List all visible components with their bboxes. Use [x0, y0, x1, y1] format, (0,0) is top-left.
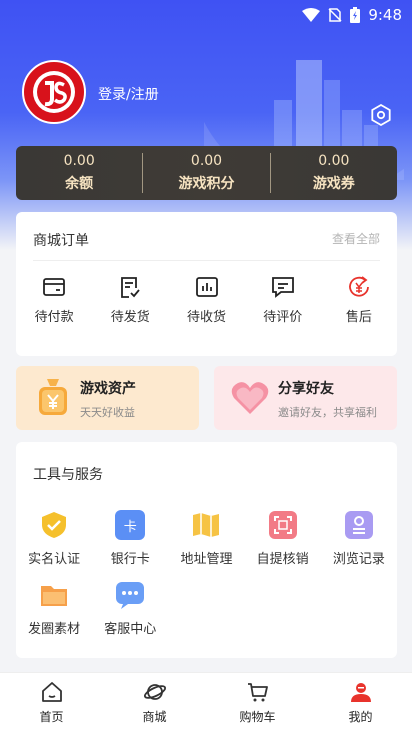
tool-bank-card[interactable]: 卡 银行卡 — [92, 510, 168, 580]
stat-value: 0.00 — [63, 153, 95, 169]
tools-title: 工具与服务 — [33, 467, 103, 483]
comment-icon — [271, 277, 294, 298]
tool-address-management[interactable]: 地址管理 — [168, 510, 244, 580]
wifi-icon — [302, 8, 321, 22]
divider — [33, 260, 380, 261]
order-label: 待发货 — [110, 310, 150, 325]
stat-label: 游戏券 — [312, 176, 355, 192]
promo-subtitle: 邀请好友，共享福利 — [278, 406, 377, 419]
order-pending-shipment[interactable]: 待发货 — [92, 274, 168, 325]
clock-time: 9:48 — [368, 6, 402, 24]
no-sim-icon — [328, 8, 342, 22]
wallet-stats-panel: 0.00 余额 0.00 游戏积分 0.00 游戏券 — [16, 146, 397, 200]
tab-label: 我的 — [348, 710, 373, 724]
avatar[interactable] — [22, 60, 86, 124]
tool-label: 发圈素材 — [28, 622, 81, 637]
user-icon — [350, 683, 371, 702]
tool-real-name-verification[interactable]: 实名认证 — [16, 510, 92, 580]
tab-home[interactable]: 首页 — [0, 673, 103, 732]
wallet-icon — [43, 278, 65, 296]
tools-services-card: 工具与服务 实名认证 卡 银行卡 地址管理 自提核销 浏览记录 发圈素材 客服中… — [16, 442, 397, 658]
promo-title: 游戏资产 — [80, 381, 136, 397]
cart-icon — [247, 683, 268, 702]
stat-game-coupons[interactable]: 0.00 游戏券 — [271, 153, 397, 193]
promo-title: 分享好友 — [278, 381, 334, 397]
battery-icon — [350, 7, 361, 23]
status-bar: 9:48 — [302, 6, 402, 24]
stat-label: 游戏积分 — [178, 176, 235, 192]
tab-label: 购物车 — [239, 710, 276, 724]
view-all-orders-link[interactable]: 查看全部 — [332, 230, 380, 250]
order-after-sales[interactable]: 售后 — [321, 274, 397, 325]
bottom-tab-bar: 首页 商城 购物车 我的 — [0, 672, 412, 732]
order-pending-review[interactable]: 待评价 — [245, 274, 321, 325]
tab-mine[interactable]: 我的 — [309, 673, 412, 732]
login-register-link[interactable]: 登录/注册 — [98, 84, 159, 104]
order-pending-payment[interactable]: 待付款 — [16, 274, 92, 325]
mall-orders-card: 商城订单 查看全部 待付款 待发货 待收货 待评价 售后 — [16, 212, 397, 356]
game-assets-promo[interactable]: 游戏资产 天天好收益 — [16, 366, 199, 430]
tab-label: 商城 — [142, 710, 167, 724]
order-label: 售后 — [345, 310, 372, 325]
box-chart-icon — [195, 277, 218, 297]
settings-icon[interactable] — [370, 104, 392, 126]
tool-label: 自提核销 — [256, 552, 309, 567]
chat-icon — [116, 582, 145, 609]
order-label: 待付款 — [34, 310, 74, 325]
map-icon — [193, 513, 220, 537]
tool-label: 地址管理 — [180, 552, 233, 567]
folder-icon — [41, 586, 68, 606]
order-label: 待评价 — [263, 310, 303, 325]
scan-icon — [268, 511, 297, 539]
stat-label: 余额 — [65, 176, 94, 192]
heart-icon — [231, 382, 269, 414]
stat-value: 0.00 — [318, 153, 350, 169]
planet-icon — [143, 684, 166, 700]
clipboard-check-icon — [121, 277, 140, 298]
home-icon — [41, 682, 62, 702]
refund-icon — [349, 276, 369, 297]
app-logo-icon — [33, 71, 75, 113]
stat-game-points[interactable]: 0.00 游戏积分 — [143, 153, 269, 193]
order-label: 待收货 — [187, 310, 227, 325]
tool-posting-materials[interactable]: 发圈素材 — [16, 580, 92, 650]
promo-subtitle: 天天好收益 — [80, 406, 135, 419]
orders-title: 商城订单 — [33, 233, 89, 249]
stat-value: 0.00 — [190, 153, 223, 169]
tab-cart[interactable]: 购物车 — [206, 673, 309, 732]
history-icon — [344, 511, 373, 539]
order-pending-receipt[interactable]: 待收货 — [168, 274, 244, 325]
tab-mall[interactable]: 商城 — [103, 673, 206, 732]
tool-pickup-verification[interactable]: 自提核销 — [245, 510, 321, 580]
stat-balance[interactable]: 0.00 余额 — [16, 153, 142, 193]
tool-label: 银行卡 — [110, 552, 150, 567]
tab-label: 首页 — [39, 710, 64, 724]
tool-label: 客服中心 — [104, 622, 157, 637]
share-friends-promo[interactable]: 分享好友 邀请好友，共享福利 — [214, 366, 397, 430]
tool-browsing-history[interactable]: 浏览记录 — [321, 510, 397, 580]
tool-label: 浏览记录 — [332, 552, 385, 567]
money-bag-icon — [39, 379, 67, 415]
shield-icon — [42, 512, 67, 538]
tool-customer-service[interactable]: 客服中心 — [92, 580, 168, 650]
card-icon: 卡 — [115, 510, 146, 540]
tool-label: 实名认证 — [28, 552, 81, 567]
